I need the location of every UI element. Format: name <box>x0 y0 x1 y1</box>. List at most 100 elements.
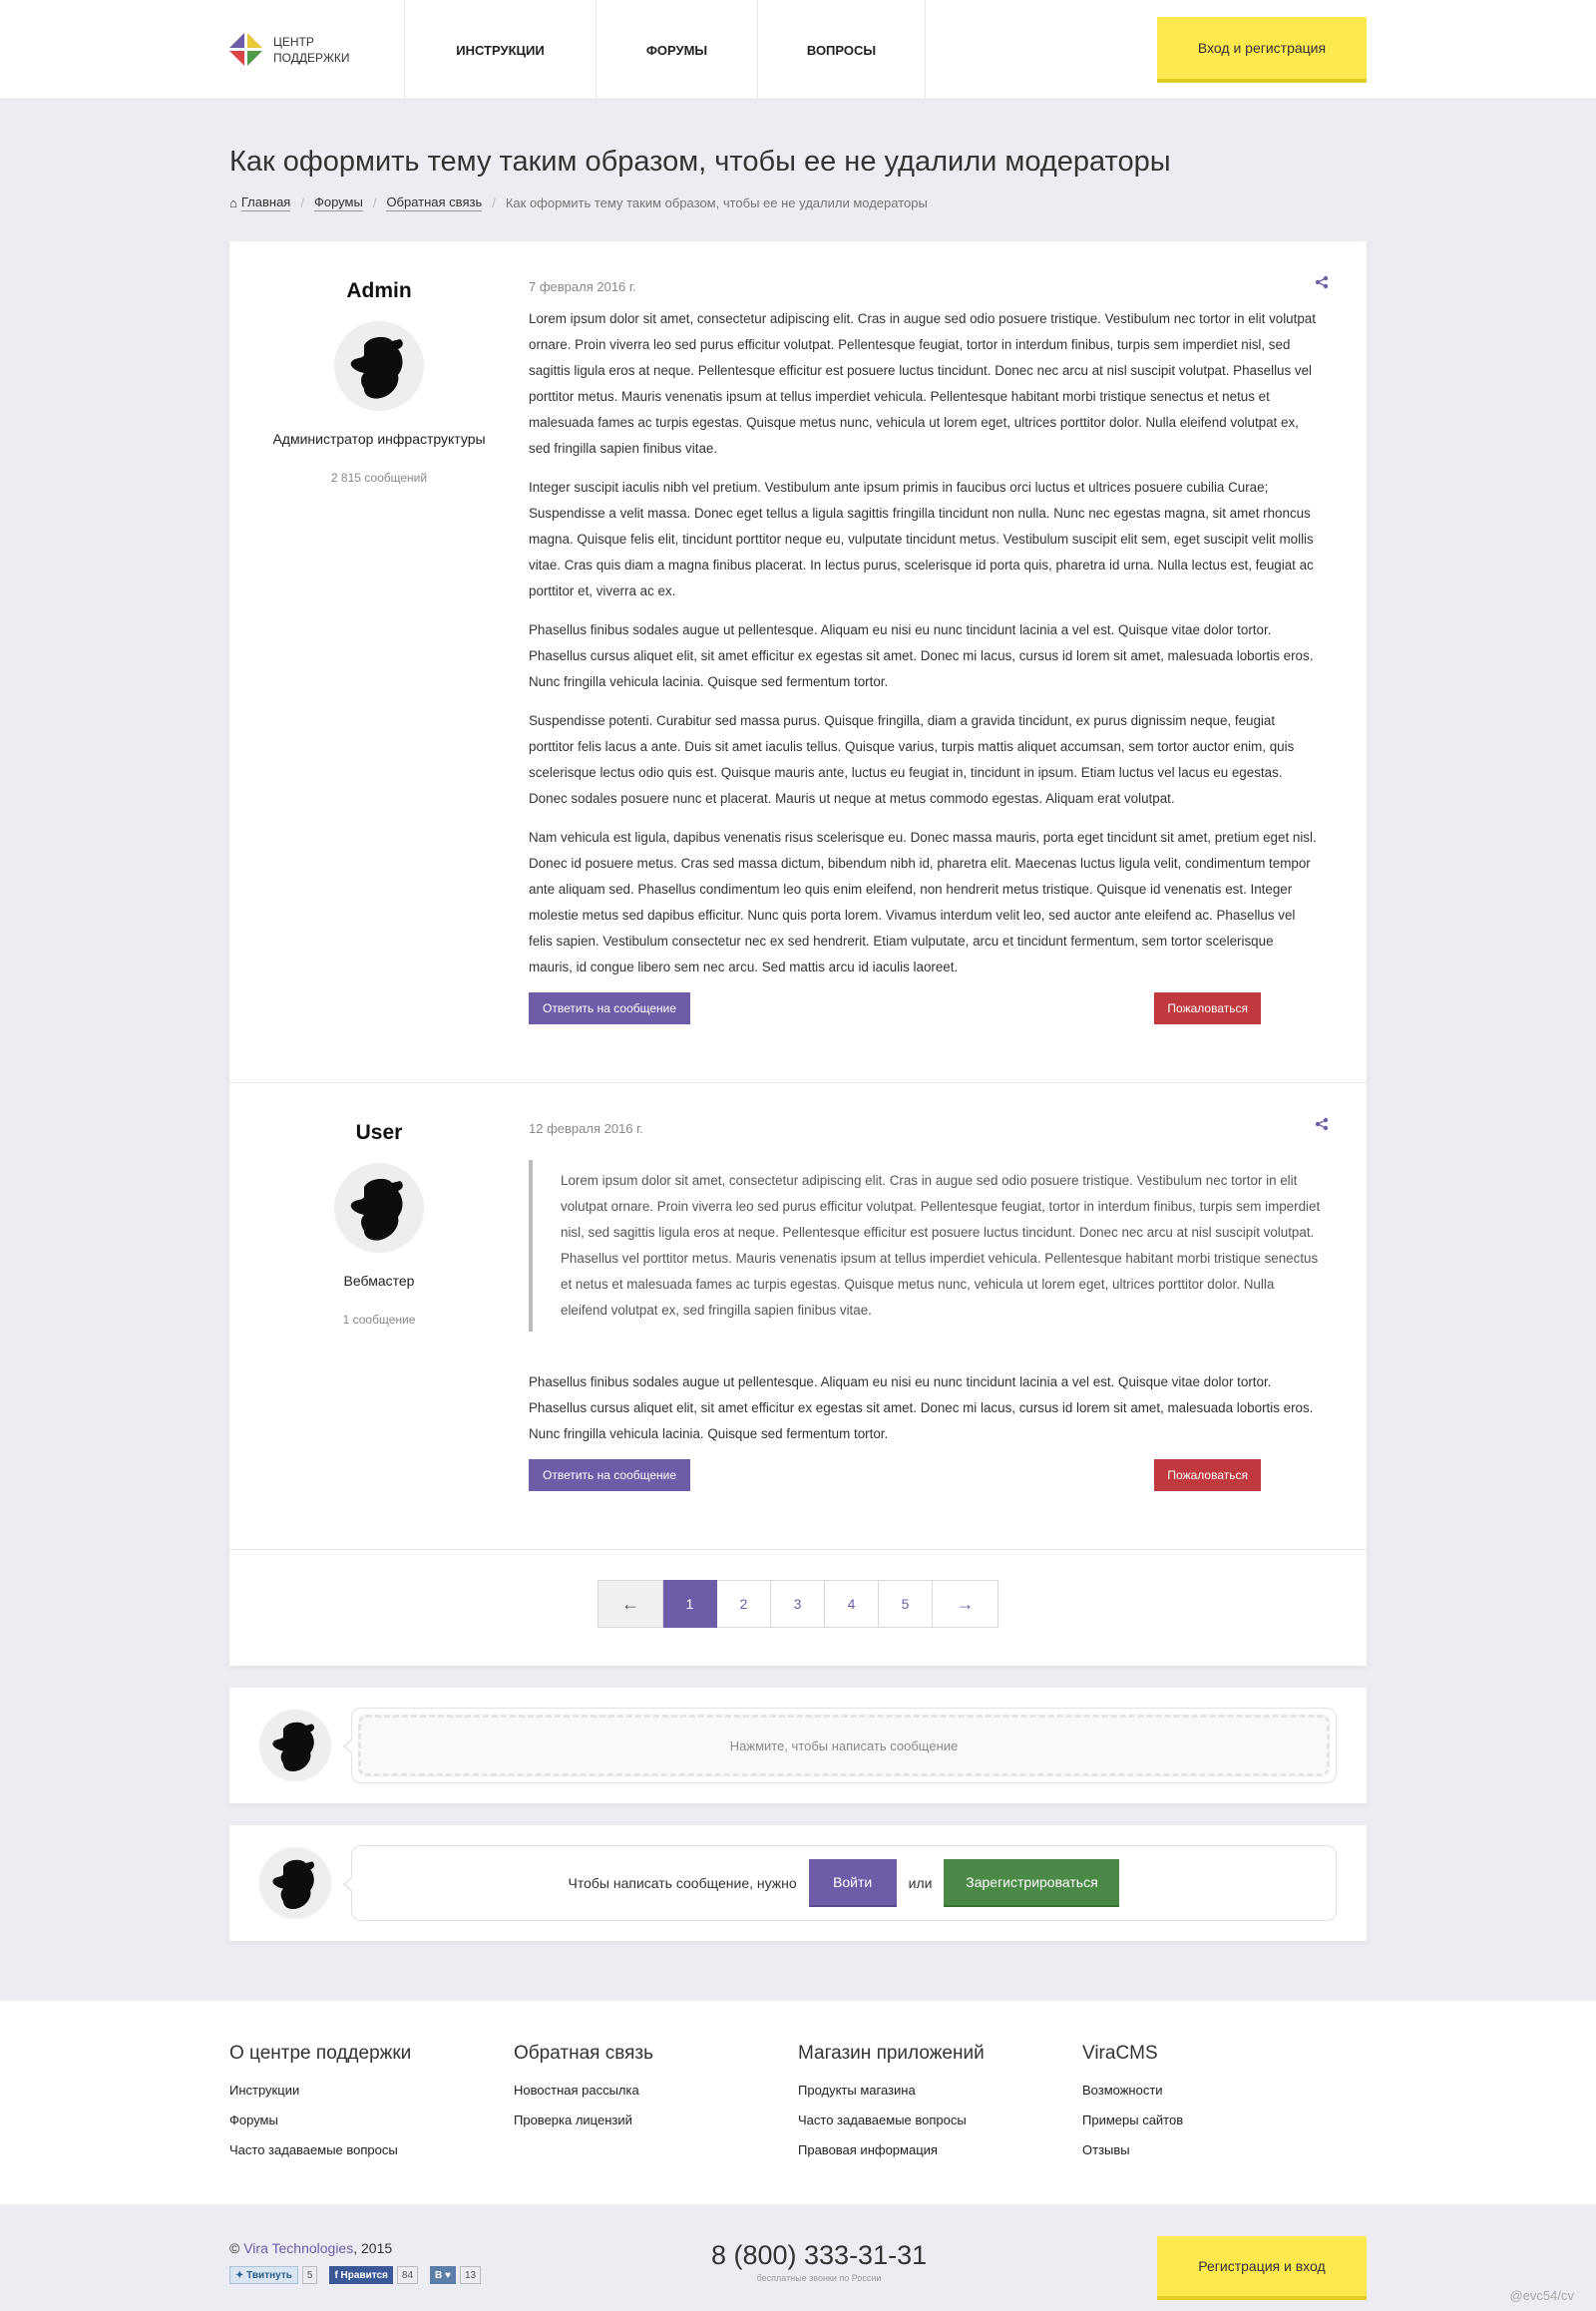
pagination-page[interactable]: 1 <box>663 1580 717 1628</box>
report-button[interactable]: Пожаловаться <box>1154 1459 1261 1491</box>
thread-card: Admin Администратор инфраструктуры 2 815… <box>229 241 1367 1666</box>
footer-link[interactable]: Проверка лицензий <box>514 2113 798 2127</box>
reply-button[interactable]: Ответить на сообщение <box>529 1459 691 1491</box>
footer-link[interactable]: Часто задаваемые вопросы <box>798 2113 1082 2127</box>
avatar <box>259 1710 331 1781</box>
login-prompt-text: Чтобы написать сообщение, нужно <box>568 1875 797 1891</box>
pagination-page[interactable]: 2 <box>717 1580 771 1628</box>
twitter-count: 5 <box>301 2266 318 2284</box>
author-credit: @evc54/cv <box>1509 2288 1575 2303</box>
twitter-button[interactable]: ✦ Твитнуть <box>229 2266 298 2284</box>
report-button[interactable]: Пожаловаться <box>1154 992 1261 1024</box>
breadcrumb-home[interactable]: Главная <box>240 194 291 211</box>
footer-link[interactable]: Часто задаваемые вопросы <box>229 2142 514 2157</box>
brand-link[interactable]: Vira Technologies <box>243 2240 353 2256</box>
login-prompt-panel: Чтобы написать сообщение, нужно Войти ил… <box>229 1825 1367 1941</box>
post-body: 7 февраля 2016 г. Lorem ipsum dolor sit … <box>529 275 1329 1024</box>
footer-column-title: ViraCMS <box>1082 2043 1158 2064</box>
twitter-share[interactable]: ✦ Твитнуть 5 <box>229 2266 318 2284</box>
post-text: Phasellus finibus sodales augue ut pelle… <box>529 1369 1321 1447</box>
post-paragraph: Lorem ipsum dolor sit amet, consectetur … <box>529 311 1316 456</box>
footer-column: ViraCMS Возможности Примеры сайтов Отзыв… <box>1082 2043 1367 2172</box>
footer-column: Магазин приложений Продукты магазина Час… <box>798 2043 1082 2172</box>
copyright-year: , 2015 <box>353 2240 393 2256</box>
phone-number[interactable]: 8 (800) 333-31-31 <box>711 2240 927 2271</box>
twitter-label: Твитнуть <box>246 2269 292 2281</box>
facebook-count: 84 <box>396 2266 419 2284</box>
footer-link[interactable]: Продукты магазина <box>798 2083 1082 2098</box>
social-buttons: ✦ Твитнуть 5 f Нравится 84 В ♥ 13 <box>229 2266 482 2284</box>
footer-column-title: О центре поддержки <box>229 2043 412 2064</box>
footer-link[interactable]: Новостная рассылка <box>514 2083 798 2098</box>
author-post-count: 2 815 сообщений <box>330 471 428 485</box>
breadcrumb-separator: / <box>300 195 304 210</box>
post-author: User Вебмастер 1 сообщение <box>229 1121 529 1491</box>
copyright-symbol: © <box>229 2240 240 2256</box>
author-post-count: 1 сообщение <box>342 1313 416 1327</box>
pagination-page[interactable]: 3 <box>771 1580 825 1628</box>
footer-link[interactable]: Возможности <box>1082 2083 1367 2098</box>
facebook-label: Нравится <box>340 2269 388 2281</box>
breadcrumb: ⌂ Главная / Форумы / Обратная связь / Ка… <box>229 194 1367 211</box>
footer-link[interactable]: Примеры сайтов <box>1082 2113 1367 2127</box>
phone-note: бесплатные звонки по России <box>756 2273 882 2283</box>
breadcrumb-forums[interactable]: Форумы <box>313 194 363 211</box>
facebook-like[interactable]: f Нравится 84 <box>329 2266 419 2284</box>
post-paragraph: Suspendisse potenti. Curabitur sed massa… <box>529 713 1295 806</box>
post-paragraph: Integer suscipit iaculis nibh vel pretiu… <box>529 480 1314 598</box>
user-silhouette-icon <box>350 336 403 399</box>
pagination-prev[interactable]: ← <box>598 1580 663 1628</box>
author-name: User <box>355 1121 403 1144</box>
footer-left: © Vira Technologies, 2015 ✦ Твитнуть 5 f… <box>229 2240 482 2284</box>
login-prompt: Чтобы написать сообщение, нужно Войти ил… <box>358 1852 1330 1914</box>
nav-forums[interactable]: Форумы <box>597 0 758 100</box>
footer-link[interactable]: Форумы <box>229 2113 514 2127</box>
footer-link[interactable]: Отзывы <box>1082 2142 1367 2157</box>
logo-line2: поддержки <box>273 51 350 65</box>
footer-link[interactable]: Правовая информация <box>798 2142 1082 2157</box>
pagination-next[interactable]: → <box>933 1580 998 1628</box>
compose-input[interactable]: Нажмите, чтобы написать сообщение <box>358 1715 1330 1776</box>
pagination-page[interactable]: 4 <box>825 1580 879 1628</box>
share-icon[interactable] <box>1315 275 1329 292</box>
author-name: Admin <box>346 279 412 302</box>
post-paragraph: Phasellus finibus sodales augue ut pelle… <box>529 1374 1314 1441</box>
register-button[interactable]: Зарегистрироваться <box>944 1859 1120 1907</box>
breadcrumb-current: Как оформить тему таким образом, чтобы е… <box>505 195 928 210</box>
post-text: Lorem ipsum dolor sit amet, consectetur … <box>529 306 1321 980</box>
vk-label: В <box>435 2269 443 2281</box>
compose-box: Нажмите, чтобы написать сообщение <box>343 1708 1337 1783</box>
vk-like[interactable]: В ♥ 13 <box>430 2266 482 2284</box>
login-prompt-or: или <box>908 1875 933 1891</box>
pagination-page[interactable]: 5 <box>879 1580 933 1628</box>
vk-button[interactable]: В ♥ <box>430 2266 456 2284</box>
share-icon[interactable] <box>1315 1117 1329 1134</box>
author-role: Вебмастер <box>343 1273 415 1289</box>
reply-button[interactable]: Ответить на сообщение <box>529 992 691 1024</box>
footer-register-button[interactable]: Регистрация и вход <box>1156 2236 1367 2300</box>
breadcrumb-separator: / <box>492 195 496 210</box>
page-title: Как оформить тему таким образом, чтобы е… <box>229 146 1171 178</box>
heart-icon: ♥ <box>442 2269 451 2281</box>
vk-count: 13 <box>459 2266 482 2284</box>
compose-panel: Нажмите, чтобы написать сообщение <box>229 1688 1367 1803</box>
footer-link[interactable]: Инструкции <box>229 2083 514 2098</box>
signin-button[interactable]: Войти <box>808 1859 897 1907</box>
phone-block: 8 (800) 333-31-31 бесплатные звонки по Р… <box>711 2240 927 2283</box>
nav-questions[interactable]: Вопросы <box>758 0 926 100</box>
post-paragraph: Phasellus finibus sodales augue ut pelle… <box>529 622 1314 689</box>
post-actions: Ответить на сообщение Пожаловаться <box>529 992 1321 1024</box>
author-role: Администратор инфраструктуры <box>272 431 486 447</box>
facebook-button[interactable]: f Нравится <box>329 2266 393 2284</box>
login-register-button[interactable]: Вход и регистрация <box>1157 17 1367 83</box>
footer-column-title: Магазин приложений <box>798 2043 985 2064</box>
nav-instructions[interactable]: Инструкции <box>405 0 597 100</box>
copyright: © Vira Technologies, 2015 <box>229 2240 481 2256</box>
post-quote: Lorem ipsum dolor sit amet, consectetur … <box>529 1160 1321 1332</box>
post-date: 7 февраля 2016 г. <box>529 279 636 294</box>
avatar[interactable] <box>334 1163 424 1253</box>
avatar[interactable] <box>334 321 424 411</box>
breadcrumb-feedback[interactable]: Обратная связь <box>386 194 483 211</box>
post: Admin Администратор инфраструктуры 2 815… <box>229 241 1367 1083</box>
site-logo[interactable]: Центр поддержки <box>229 0 405 100</box>
